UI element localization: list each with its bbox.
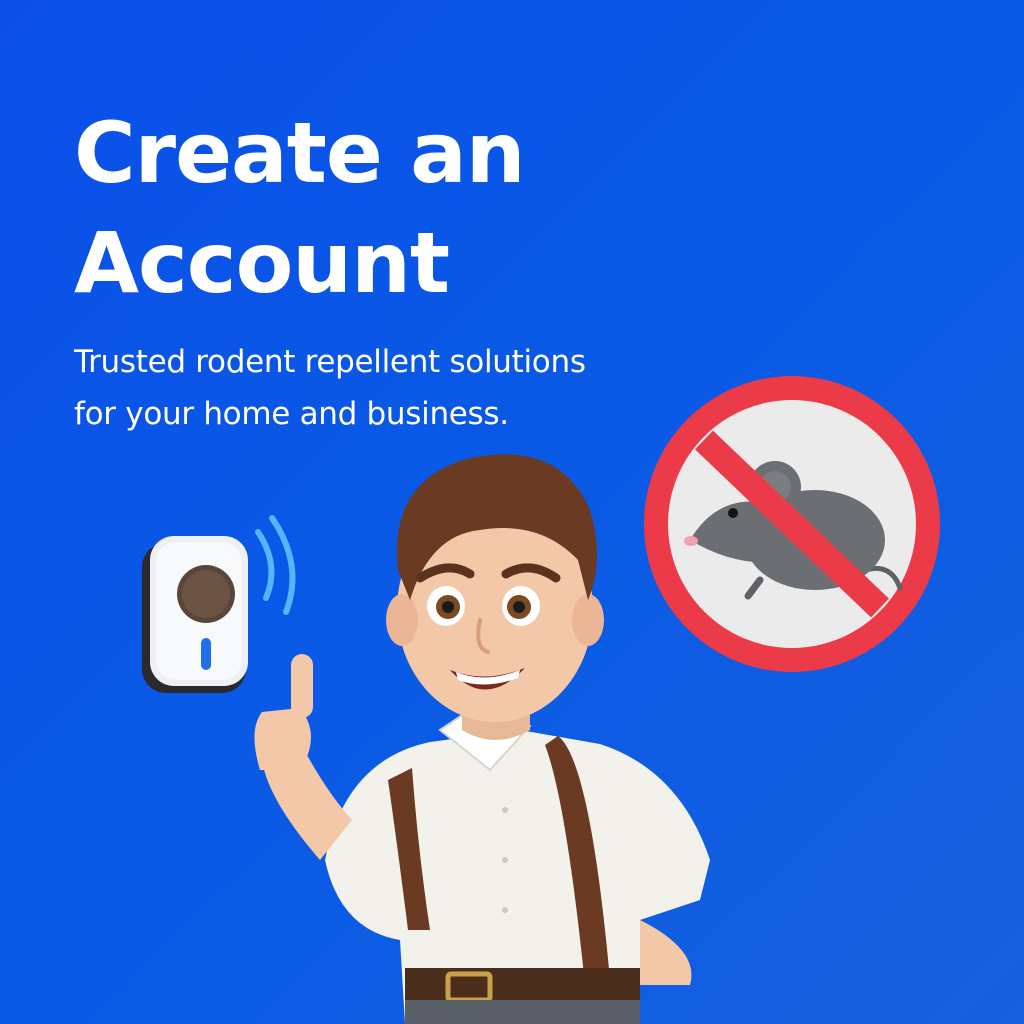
character-illustration — [254, 454, 710, 1024]
repeller-device-icon — [142, 536, 248, 693]
sound-waves-icon — [255, 515, 296, 615]
no-rodent-sign-icon — [644, 376, 940, 672]
illustration — [142, 376, 940, 1024]
